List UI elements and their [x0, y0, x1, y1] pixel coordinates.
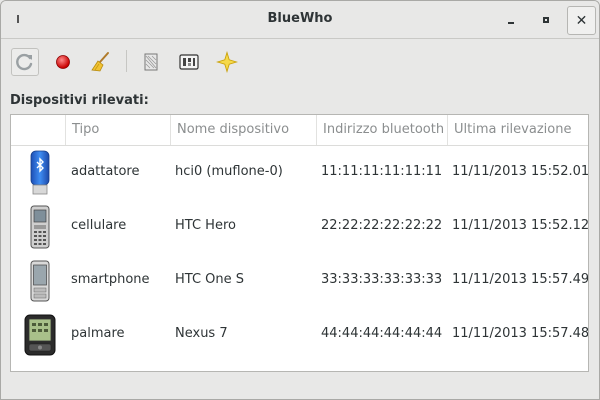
- maximize-icon: [543, 17, 549, 23]
- row-icon-cell: [20, 150, 60, 196]
- cell-tipo: cellulare: [71, 218, 127, 233]
- cell-tipo: adattatore: [71, 164, 140, 179]
- column-header-icon[interactable]: [11, 115, 65, 145]
- cell-tipo: palmare: [71, 326, 125, 341]
- column-header-tipo[interactable]: Tipo: [65, 115, 170, 145]
- cell-ultima: 11/11/2013 15:52.12: [452, 218, 589, 233]
- about-star-icon: [216, 51, 238, 73]
- app-window: BlueWho ✕ Dispositivi rilevati: Tipo Nom…: [0, 0, 600, 400]
- table-row[interactable]: palmare Nexus 7 44:44:44:44:44:44 11/11/…: [11, 307, 588, 361]
- about-button[interactable]: [213, 48, 241, 76]
- column-header-indirizzo[interactable]: Indirizzo bluetooth: [316, 115, 447, 145]
- table-row[interactable]: adattatore hci0 (muflone-0) 11:11:11:11:…: [11, 145, 588, 199]
- services-button[interactable]: [175, 48, 203, 76]
- bluetooth-adapter-icon: [30, 150, 50, 195]
- table-header: Tipo Nome dispositivo Indirizzo bluetoot…: [11, 115, 588, 146]
- row-icon-cell: [20, 312, 60, 358]
- record-icon: [56, 55, 70, 69]
- detected-devices-label: Dispositivi rilevati:: [10, 93, 149, 108]
- toolbar: [1, 39, 599, 83]
- close-button[interactable]: ✕: [567, 6, 596, 35]
- cell-ultima: 11/11/2013 15:57.49: [452, 272, 589, 287]
- cell-nome: HTC One S: [175, 272, 245, 287]
- title-bar: BlueWho ✕: [1, 1, 599, 39]
- record-button[interactable]: [49, 48, 77, 76]
- toolbar-separator: [126, 50, 127, 72]
- minimize-icon: [508, 22, 514, 24]
- devices-table[interactable]: Tipo Nome dispositivo Indirizzo bluetoot…: [10, 114, 589, 372]
- close-icon: ✕: [575, 12, 588, 29]
- maximize-button[interactable]: [533, 7, 559, 33]
- services-icon: [179, 54, 199, 70]
- table-row[interactable]: cellulare HTC Hero 22:22:22:22:22:22 11/…: [11, 199, 588, 253]
- cell-indirizzo: 22:22:22:22:22:22: [321, 218, 443, 233]
- row-icon-cell: [20, 258, 60, 304]
- cell-nome: hci0 (muflone-0): [175, 164, 283, 179]
- preferences-icon: [144, 53, 158, 71]
- smartphone-icon: [30, 260, 50, 302]
- refresh-icon: [16, 53, 33, 71]
- cell-indirizzo: 11:11:11:11:11:11: [321, 164, 443, 179]
- row-icon-cell: [20, 204, 60, 250]
- cell-tipo: smartphone: [71, 272, 150, 287]
- cell-indirizzo: 44:44:44:44:44:44: [321, 326, 443, 341]
- cell-ultima: 11/11/2013 15:52.01: [452, 164, 589, 179]
- preferences-button[interactable]: [137, 48, 165, 76]
- minimize-button[interactable]: [498, 7, 524, 33]
- cell-nome: HTC Hero: [175, 218, 236, 233]
- mobile-phone-icon: [30, 205, 50, 249]
- column-header-ultima[interactable]: Ultima rilevazione: [447, 115, 588, 145]
- palmtop-icon: [24, 314, 56, 356]
- cell-ultima: 11/11/2013 15:57.48: [452, 326, 589, 341]
- refresh-button[interactable]: [11, 48, 39, 76]
- broom-icon: [91, 52, 109, 72]
- column-header-nome[interactable]: Nome dispositivo: [170, 115, 316, 145]
- table-row[interactable]: smartphone HTC One S 33:33:33:33:33:33 1…: [11, 253, 588, 307]
- cell-indirizzo: 33:33:33:33:33:33: [321, 272, 443, 287]
- cell-nome: Nexus 7: [175, 326, 228, 341]
- clear-button[interactable]: [87, 48, 115, 76]
